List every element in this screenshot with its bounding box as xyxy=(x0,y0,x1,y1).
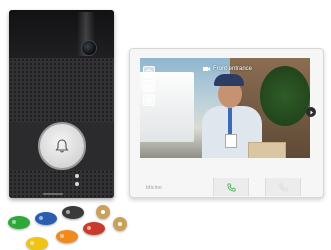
rfid-tag-red xyxy=(83,222,105,235)
courier-cap xyxy=(214,74,244,86)
courier-badge xyxy=(225,134,237,148)
menu-icon[interactable] xyxy=(143,94,155,106)
call-banner-text: Front entrance xyxy=(213,66,253,72)
parcel-box xyxy=(248,142,286,158)
brand-label: bticino xyxy=(146,185,162,191)
end-call-button[interactable] xyxy=(265,178,301,196)
camera-lens-icon xyxy=(81,40,97,56)
rfid-coin-tag xyxy=(96,205,110,219)
door-key-icon[interactable] xyxy=(143,80,155,92)
panel-brand-mark xyxy=(43,193,63,195)
rfid-tag-orange xyxy=(56,230,78,243)
rfid-tag-black xyxy=(62,206,84,219)
camera-icon xyxy=(203,67,210,71)
bell-icon xyxy=(55,139,69,153)
rfid-tag-yellow xyxy=(26,237,48,250)
rfid-tag-green xyxy=(8,216,30,229)
call-button[interactable] xyxy=(38,122,86,170)
status-led-icon xyxy=(75,182,79,186)
phone-hangup-icon xyxy=(278,182,288,192)
speaker-grille xyxy=(9,58,114,122)
status-led-icon xyxy=(75,174,79,178)
rfid-tag-blue xyxy=(35,212,57,225)
call-banner: Front entrance xyxy=(203,66,252,72)
rfid-coin-tag xyxy=(113,217,127,231)
settings-icon[interactable] xyxy=(143,66,155,78)
door-entry-panel xyxy=(9,10,114,198)
phone-answer-icon xyxy=(226,182,236,192)
video-screen[interactable] xyxy=(140,58,310,158)
panel-camera-module xyxy=(9,10,114,58)
answer-call-button[interactable] xyxy=(213,178,249,196)
next-arrow-icon[interactable] xyxy=(306,107,316,117)
background-tree xyxy=(260,66,310,126)
